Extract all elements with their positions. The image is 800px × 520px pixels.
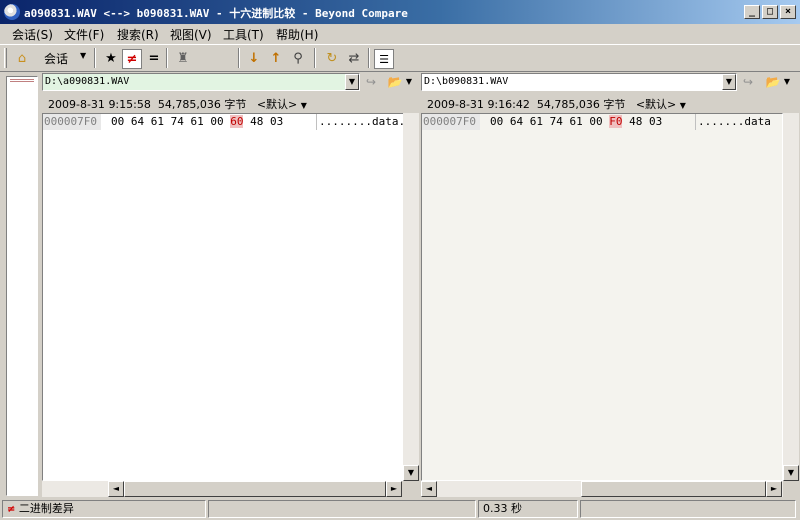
menu-bar: 会话(S) 文件(F) 搜索(R) 视图(V) 工具(T) 帮助(H) bbox=[0, 24, 800, 44]
menu-session[interactable]: 会话(S) bbox=[12, 26, 53, 43]
hex-address: 000007F0 bbox=[43, 114, 101, 130]
scroll-down-button[interactable]: ▼ bbox=[783, 465, 799, 481]
toolbar-separator bbox=[368, 48, 370, 68]
left-folder-dropdown-icon[interactable]: ▼ bbox=[404, 74, 414, 90]
minimize-button[interactable]: _ bbox=[744, 5, 760, 19]
left-file-size: 54,785,036 字节 bbox=[157, 98, 247, 111]
options-icon[interactable]: ☰ bbox=[374, 49, 394, 69]
hex-diff-byte: 60 bbox=[230, 115, 244, 128]
right-horizontal-scrollbar[interactable]: ◄ ► bbox=[421, 481, 783, 497]
find-icon[interactable]: ⚲ bbox=[288, 49, 308, 69]
menu-search[interactable]: 搜索(R) bbox=[117, 26, 159, 43]
hex-ascii: .......data bbox=[695, 114, 771, 130]
right-format-select[interactable]: <默认> bbox=[636, 98, 676, 111]
right-folder-dropdown-icon[interactable]: ▼ bbox=[782, 74, 792, 90]
hex-diff-byte: F0 bbox=[609, 115, 623, 128]
hex-bytes-after: 48 03 bbox=[243, 115, 284, 128]
right-open-folder-icon[interactable]: 📂 bbox=[764, 74, 782, 90]
menu-tools[interactable]: 工具(T) bbox=[223, 26, 264, 43]
right-path-input[interactable]: D:\b090831.WAV bbox=[421, 73, 737, 91]
left-horizontal-scrollbar[interactable]: ◄ ► bbox=[42, 481, 402, 497]
toolbar-grip[interactable] bbox=[4, 48, 7, 68]
right-hex-pane[interactable]: 000007F0 00 64 61 74 61 00 F0 48 03 ....… bbox=[421, 113, 783, 481]
left-redirect-icon[interactable]: ↪ bbox=[362, 74, 380, 90]
sessions-dropdown-icon[interactable]: ▼ bbox=[80, 51, 86, 60]
left-path-dropdown-icon[interactable]: ▼ bbox=[345, 74, 359, 90]
menu-file[interactable]: 文件(F) bbox=[64, 26, 104, 43]
hex-bytes: 00 64 61 74 61 00 60 48 03 bbox=[111, 114, 283, 130]
scroll-left-button[interactable]: ◄ bbox=[108, 481, 124, 497]
difference-marker[interactable] bbox=[10, 79, 34, 82]
left-open-folder-icon[interactable]: 📂 bbox=[386, 74, 404, 90]
left-file-date: 2009-8-31 bbox=[48, 98, 105, 111]
scroll-down-button[interactable]: ▼ bbox=[403, 465, 419, 481]
show-same-icon[interactable]: = bbox=[144, 49, 164, 69]
refresh-icon[interactable]: ↻ bbox=[322, 49, 342, 69]
binary-diff-icon: ≠ bbox=[7, 504, 16, 515]
hex-row[interactable]: 000007F0 00 64 61 74 61 00 60 48 03 ....… bbox=[43, 114, 405, 130]
next-difference-icon[interactable]: ↓ bbox=[244, 49, 264, 69]
toolbar-separator bbox=[94, 48, 96, 68]
hex-row[interactable]: 000007F0 00 64 61 74 61 00 F0 48 03 ....… bbox=[422, 114, 782, 130]
menu-view[interactable]: 视图(V) bbox=[170, 26, 212, 43]
right-path-dropdown-icon[interactable]: ▼ bbox=[722, 74, 736, 90]
right-file-time: 9:16:42 bbox=[487, 98, 530, 111]
status-empty-panel bbox=[208, 500, 476, 518]
left-format-dropdown-icon[interactable]: ▼ bbox=[301, 101, 307, 110]
status-bar: ≠ 二进制差异 0.33 秒 bbox=[0, 498, 800, 520]
status-time-panel: 0.33 秒 bbox=[478, 500, 578, 518]
menu-help[interactable]: 帮助(H) bbox=[276, 26, 318, 43]
status-mode-panel: ≠ 二进制差异 bbox=[2, 500, 206, 518]
title-bar: a090831.WAV <--> b090831.WAV - 十六进制比较 - … bbox=[0, 0, 800, 24]
previous-difference-icon[interactable]: ↑ bbox=[266, 49, 286, 69]
left-format-select[interactable]: <默认> bbox=[257, 98, 297, 111]
swap-icon[interactable]: ⇄ bbox=[344, 49, 364, 69]
status-mode-text: 二进制差异 bbox=[18, 502, 74, 515]
hex-bytes: 00 64 61 74 61 00 F0 48 03 bbox=[490, 114, 662, 130]
right-format-dropdown-icon[interactable]: ▼ bbox=[680, 101, 686, 110]
sessions-button[interactable]: 会话 bbox=[44, 50, 68, 67]
right-vertical-scrollbar[interactable]: ▼ bbox=[783, 113, 799, 481]
left-file-time: 9:15:58 bbox=[108, 98, 151, 111]
right-file-info: 2009-8-31 9:16:42 54,785,036 字节 <默认> ▼ bbox=[427, 96, 686, 112]
right-redirect-icon[interactable]: ↪ bbox=[739, 74, 757, 90]
maximize-button[interactable]: □ bbox=[762, 5, 778, 19]
difference-overview-bar[interactable] bbox=[6, 76, 38, 496]
hex-bytes-before: 00 64 61 74 61 00 bbox=[111, 115, 231, 128]
scroll-right-button[interactable]: ► bbox=[386, 481, 402, 497]
hex-bytes-before: 00 64 61 74 61 00 bbox=[490, 115, 610, 128]
hex-address: 000007F0 bbox=[422, 114, 480, 130]
hex-ascii: ........data. bbox=[316, 114, 405, 130]
app-icon[interactable] bbox=[4, 4, 20, 20]
status-extra-panel bbox=[580, 500, 796, 518]
scroll-left-button[interactable]: ◄ bbox=[421, 481, 437, 497]
left-vertical-scrollbar[interactable]: ▼ bbox=[403, 113, 419, 481]
left-file-info: 2009-8-31 9:15:58 54,785,036 字节 <默认> ▼ bbox=[48, 96, 307, 112]
home-icon[interactable]: ⌂ bbox=[12, 49, 32, 69]
toolbar: ⌂ 会话 ▼ ★ ≠ = ♜ ↓ ↑ ⚲ ↻ ⇄ ☰ bbox=[0, 44, 800, 72]
right-file-size: 54,785,036 字节 bbox=[536, 98, 626, 111]
toolbar-separator bbox=[166, 48, 168, 68]
toolbar-separator bbox=[314, 48, 316, 68]
hex-bytes-after: 48 03 bbox=[622, 115, 663, 128]
toolbar-separator bbox=[238, 48, 240, 68]
show-all-icon[interactable]: ★ bbox=[101, 49, 121, 69]
scroll-right-button[interactable]: ► bbox=[766, 481, 782, 497]
rules-icon[interactable]: ♜ bbox=[173, 49, 193, 69]
close-button[interactable]: × bbox=[780, 5, 796, 19]
scroll-thumb[interactable] bbox=[581, 481, 766, 497]
right-file-date: 2009-8-31 bbox=[427, 98, 484, 111]
scroll-thumb[interactable] bbox=[124, 481, 386, 497]
show-differences-icon[interactable]: ≠ bbox=[122, 49, 142, 69]
window-title: a090831.WAV <--> b090831.WAV - 十六进制比较 - … bbox=[24, 7, 408, 20]
left-path-input[interactable]: D:\a090831.WAV bbox=[42, 73, 360, 91]
left-hex-pane[interactable]: 000007F0 00 64 61 74 61 00 60 48 03 ....… bbox=[42, 113, 405, 481]
